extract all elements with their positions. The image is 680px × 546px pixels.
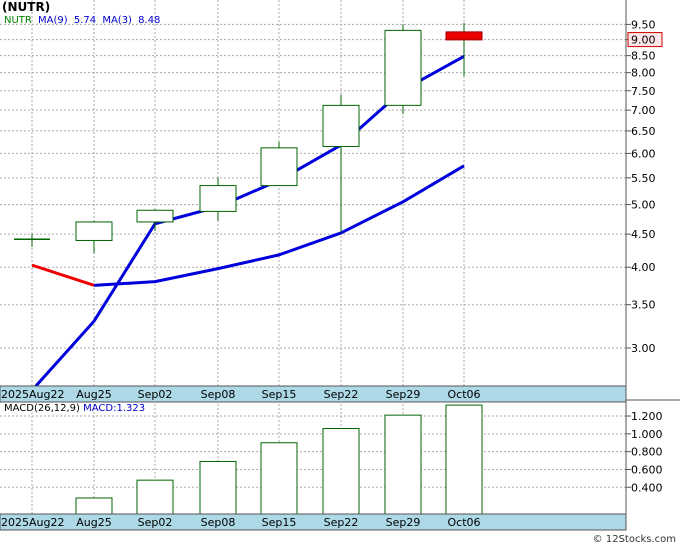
watermark: © 12Stocks.com <box>592 534 676 545</box>
macd-y-label-3: 1.000 <box>631 428 663 441</box>
last-price-label: 9.00 <box>631 34 656 47</box>
macd-y-label-4: 1.200 <box>631 410 663 423</box>
price-y-label-4: 5.00 <box>631 199 656 212</box>
macd-x-label-1: Aug25 <box>76 516 111 529</box>
price-x-label-3: Sep08 <box>201 388 236 401</box>
macd-x-axis: 2025Aug22 Aug25 Sep02 Sep08 Sep15 Sep22 Sep29 O… <box>0 513 627 531</box>
macd-legend: MACD(26,12,9) MACD:1.323 <box>4 403 145 414</box>
macd-y-axis: 0.400 0.600 0.800 1.000 1.200 <box>626 410 663 494</box>
candle-body-6 <box>384 29 422 106</box>
price-x-axis: 2025Aug22 Aug25 Sep02 Sep08 Sep15 Sep22 Sep29 O… <box>0 385 627 403</box>
price-y-label-13: 9.50 <box>631 18 656 31</box>
macd-y-label-1: 0.600 <box>631 463 663 476</box>
price-x-label-4: Sep15 <box>262 388 297 401</box>
macd-x-label-2: Sep02 <box>138 516 173 529</box>
price-y-label-6: 6.00 <box>631 147 656 160</box>
chart-title: (NUTR) <box>2 0 51 14</box>
price-x-label-0: 2025Aug22 <box>1 388 64 401</box>
macd-x-label-5: Sep22 <box>324 516 359 529</box>
macd-y-label-0: 0.400 <box>631 481 663 494</box>
price-x-label-2: Sep02 <box>138 388 173 401</box>
candle-body-3 <box>199 185 237 212</box>
price-y-label-5: 5.50 <box>631 172 656 185</box>
candle-body-2 <box>136 209 174 223</box>
price-y-label-2: 4.00 <box>631 261 656 274</box>
macd-x-label-0: 2025Aug22 <box>1 516 64 529</box>
macd-bar-7 <box>445 404 483 515</box>
price-y-label-9: 7.50 <box>631 85 656 98</box>
candle-body-5 <box>322 104 360 147</box>
macd-legend-label: MACD(26,12,9) <box>4 403 80 414</box>
price-y-label-1: 3.50 <box>631 299 656 312</box>
legend-symbol: NUTR <box>4 15 32 26</box>
candle-body-7 <box>445 31 483 41</box>
macd-y-label-2: 0.800 <box>631 446 663 459</box>
last-price-marker: 9.00 <box>627 32 663 48</box>
macd-bar-2 <box>136 479 174 515</box>
legend-ma-slow-value: 5.74 <box>73 15 97 26</box>
macd-x-label-4: Sep15 <box>262 516 297 529</box>
macd-bar-3 <box>199 460 237 515</box>
price-y-label-11: 8.50 <box>631 50 656 63</box>
price-x-label-7: Oct06 <box>447 388 480 401</box>
macd-x-label-6: Sep29 <box>386 516 421 529</box>
macd-legend-value: MACD:1.323 <box>83 403 146 414</box>
price-legend: NUTR MA(9) 5.74 MA(3) 8.48 <box>4 15 163 26</box>
price-x-label-5: Sep22 <box>324 388 359 401</box>
macd-bar-5 <box>322 428 360 515</box>
price-y-label-10: 8.00 <box>631 67 656 80</box>
candle-body-1 <box>75 221 113 241</box>
stock-chart: 3.00 3.50 4.00 4.50 5.00 5.50 6.00 6.50 7.00 7.50… <box>0 0 680 546</box>
candle-body-4 <box>260 147 298 187</box>
price-y-label-7: 6.50 <box>631 125 656 138</box>
legend-ma-slow: MA(9) <box>38 15 68 26</box>
legend-ma-fast-value: 8.48 <box>138 15 161 26</box>
price-x-label-6: Sep29 <box>386 388 421 401</box>
price-grid <box>0 0 626 386</box>
price-x-label-1: Aug25 <box>76 388 111 401</box>
price-y-label-3: 4.50 <box>631 228 656 241</box>
macd-bar-6 <box>384 414 422 515</box>
macd-x-label-7: Oct06 <box>447 516 480 529</box>
macd-bar-1 <box>75 497 113 515</box>
price-y-label-8: 7.00 <box>631 104 656 117</box>
macd-x-label-3: Sep08 <box>201 516 236 529</box>
price-y-label-0: 3.00 <box>631 342 656 355</box>
legend-ma-fast: MA(3) <box>102 15 132 26</box>
macd-bar-4 <box>260 442 298 515</box>
